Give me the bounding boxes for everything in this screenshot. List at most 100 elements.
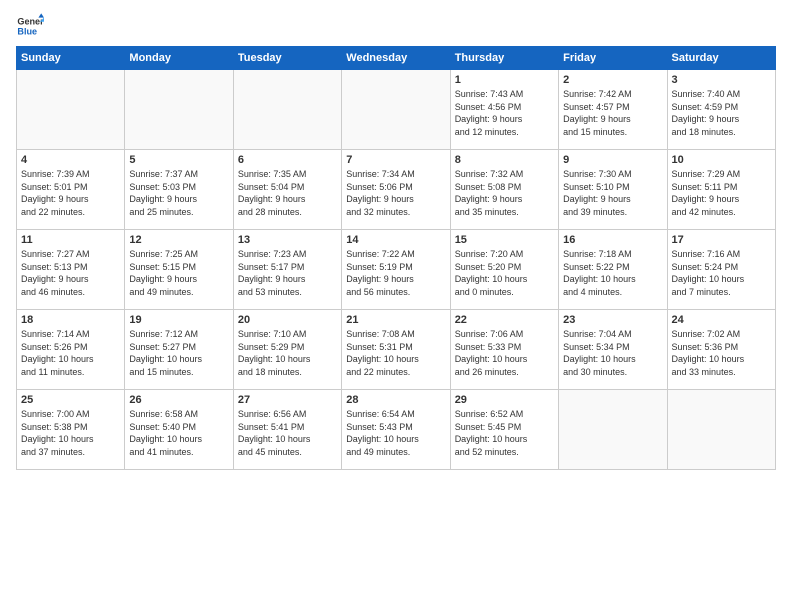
calendar-cell: 10 Sunrise: 7:29 AM Sunset: 5:11 PM Dayli…: [667, 150, 775, 230]
day-detail: Sunrise: 7:39 AM Sunset: 5:01 PM Dayligh…: [21, 168, 120, 218]
weekday-header: Tuesday: [233, 47, 341, 70]
day-detail: Sunrise: 7:06 AM Sunset: 5:33 PM Dayligh…: [455, 328, 554, 378]
day-number: 20: [238, 314, 337, 326]
day-number: 10: [672, 154, 771, 166]
day-detail: Sunrise: 7:34 AM Sunset: 5:06 PM Dayligh…: [346, 168, 445, 218]
day-number: 6: [238, 154, 337, 166]
day-number: 4: [21, 154, 120, 166]
calendar-cell: 18 Sunrise: 7:14 AM Sunset: 5:26 PM Dayli…: [17, 310, 125, 390]
calendar-cell: [559, 390, 667, 470]
day-detail: Sunrise: 7:10 AM Sunset: 5:29 PM Dayligh…: [238, 328, 337, 378]
calendar-cell: 26 Sunrise: 6:58 AM Sunset: 5:40 PM Dayli…: [125, 390, 233, 470]
day-detail: Sunrise: 7:43 AM Sunset: 4:56 PM Dayligh…: [455, 88, 554, 138]
day-number: 27: [238, 394, 337, 406]
day-detail: Sunrise: 7:30 AM Sunset: 5:10 PM Dayligh…: [563, 168, 662, 218]
calendar-cell: 27 Sunrise: 6:56 AM Sunset: 5:41 PM Dayli…: [233, 390, 341, 470]
calendar-cell: [233, 70, 341, 150]
calendar-cell: [667, 390, 775, 470]
calendar-cell: 9 Sunrise: 7:30 AM Sunset: 5:10 PM Daylig…: [559, 150, 667, 230]
day-number: 23: [563, 314, 662, 326]
calendar-cell: 20 Sunrise: 7:10 AM Sunset: 5:29 PM Dayli…: [233, 310, 341, 390]
day-detail: Sunrise: 7:22 AM Sunset: 5:19 PM Dayligh…: [346, 248, 445, 298]
day-detail: Sunrise: 7:40 AM Sunset: 4:59 PM Dayligh…: [672, 88, 771, 138]
calendar-cell: 22 Sunrise: 7:06 AM Sunset: 5:33 PM Dayli…: [450, 310, 558, 390]
day-number: 15: [455, 234, 554, 246]
day-number: 24: [672, 314, 771, 326]
day-detail: Sunrise: 7:20 AM Sunset: 5:20 PM Dayligh…: [455, 248, 554, 298]
calendar-cell: 14 Sunrise: 7:22 AM Sunset: 5:19 PM Dayli…: [342, 230, 450, 310]
calendar-cell: 6 Sunrise: 7:35 AM Sunset: 5:04 PM Daylig…: [233, 150, 341, 230]
day-number: 7: [346, 154, 445, 166]
calendar-cell: 19Sunrise: 7:12 AM Sunset: 5:27 PM Dayli…: [125, 310, 233, 390]
day-number: 29: [455, 394, 554, 406]
day-detail: Sunrise: 6:56 AM Sunset: 5:41 PM Dayligh…: [238, 408, 337, 458]
day-number: 26: [129, 394, 228, 406]
day-number: 16: [563, 234, 662, 246]
day-number: 1: [455, 74, 554, 86]
day-detail: Sunrise: 7:23 AM Sunset: 5:17 PM Dayligh…: [238, 248, 337, 298]
day-number: 13: [238, 234, 337, 246]
day-detail: Sunrise: 7:18 AM Sunset: 5:22 PM Dayligh…: [563, 248, 662, 298]
calendar-week-row: 11 Sunrise: 7:27 AM Sunset: 5:13 PM Dayli…: [17, 230, 776, 310]
calendar-cell: [342, 70, 450, 150]
day-detail: Sunrise: 7:08 AM Sunset: 5:31 PM Dayligh…: [346, 328, 445, 378]
calendar-cell: 25 Sunrise: 7:00 AM Sunset: 5:38 PM Dayli…: [17, 390, 125, 470]
calendar-header-row: SundayMondayTuesdayWednesdayThursdayFrid…: [17, 47, 776, 70]
day-number: 28: [346, 394, 445, 406]
day-detail: Sunrise: 6:54 AM Sunset: 5:43 PM Dayligh…: [346, 408, 445, 458]
day-number: 18: [21, 314, 120, 326]
day-number: 22: [455, 314, 554, 326]
day-detail: Sunrise: 7:27 AM Sunset: 5:13 PM Dayligh…: [21, 248, 120, 298]
calendar-cell: 23 Sunrise: 7:04 AM Sunset: 5:34 PM Dayli…: [559, 310, 667, 390]
day-detail: Sunrise: 7:37 AM Sunset: 5:03 PM Dayligh…: [129, 168, 228, 218]
day-detail: Sunrise: 7:35 AM Sunset: 5:04 PM Dayligh…: [238, 168, 337, 218]
day-number: 3: [672, 74, 771, 86]
day-number: 9: [563, 154, 662, 166]
calendar-week-row: 18 Sunrise: 7:14 AM Sunset: 5:26 PM Dayli…: [17, 310, 776, 390]
day-number: 14: [346, 234, 445, 246]
weekday-header: Monday: [125, 47, 233, 70]
calendar-week-row: 1 Sunrise: 7:43 AM Sunset: 4:56 PM Daylig…: [17, 70, 776, 150]
calendar-table: SundayMondayTuesdayWednesdayThursdayFrid…: [16, 46, 776, 470]
day-number: 5: [129, 154, 228, 166]
header: General Blue: [16, 12, 776, 40]
day-detail: Sunrise: 6:52 AM Sunset: 5:45 PM Dayligh…: [455, 408, 554, 458]
day-detail: Sunrise: 7:25 AM Sunset: 5:15 PM Dayligh…: [129, 248, 228, 298]
calendar-cell: 3 Sunrise: 7:40 AM Sunset: 4:59 PM Daylig…: [667, 70, 775, 150]
weekday-header: Friday: [559, 47, 667, 70]
day-detail: Sunrise: 7:42 AM Sunset: 4:57 PM Dayligh…: [563, 88, 662, 138]
calendar-cell: 8Sunrise: 7:32 AM Sunset: 5:08 PM Daylig…: [450, 150, 558, 230]
day-number: 21: [346, 314, 445, 326]
weekday-header: Sunday: [17, 47, 125, 70]
day-detail: Sunrise: 6:58 AM Sunset: 5:40 PM Dayligh…: [129, 408, 228, 458]
calendar-cell: 7 Sunrise: 7:34 AM Sunset: 5:06 PM Daylig…: [342, 150, 450, 230]
day-detail: Sunrise: 7:02 AM Sunset: 5:36 PM Dayligh…: [672, 328, 771, 378]
weekday-header: Wednesday: [342, 47, 450, 70]
calendar-cell: 4 Sunrise: 7:39 AM Sunset: 5:01 PM Daylig…: [17, 150, 125, 230]
calendar-cell: 5 Sunrise: 7:37 AM Sunset: 5:03 PM Daylig…: [125, 150, 233, 230]
day-detail: Sunrise: 7:29 AM Sunset: 5:11 PM Dayligh…: [672, 168, 771, 218]
weekday-header: Saturday: [667, 47, 775, 70]
day-detail: Sunrise: 7:14 AM Sunset: 5:26 PM Dayligh…: [21, 328, 120, 378]
day-number: 25: [21, 394, 120, 406]
day-detail: Sunrise: 7:32 AM Sunset: 5:08 PM Dayligh…: [455, 168, 554, 218]
day-number: 2: [563, 74, 662, 86]
svg-text:Blue: Blue: [17, 26, 37, 36]
day-detail: Sunrise: 7:00 AM Sunset: 5:38 PM Dayligh…: [21, 408, 120, 458]
calendar-week-row: 25 Sunrise: 7:00 AM Sunset: 5:38 PM Dayli…: [17, 390, 776, 470]
day-number: 11: [21, 234, 120, 246]
calendar-cell: [125, 70, 233, 150]
logo-icon: General Blue: [16, 12, 44, 40]
calendar-cell: 1 Sunrise: 7:43 AM Sunset: 4:56 PM Daylig…: [450, 70, 558, 150]
calendar-cell: 16 Sunrise: 7:18 AM Sunset: 5:22 PM Dayli…: [559, 230, 667, 310]
calendar-cell: 11 Sunrise: 7:27 AM Sunset: 5:13 PM Dayli…: [17, 230, 125, 310]
calendar-cell: 21 Sunrise: 7:08 AM Sunset: 5:31 PM Dayli…: [342, 310, 450, 390]
logo: General Blue: [16, 12, 44, 40]
day-number: 19: [129, 314, 228, 326]
calendar-cell: 13 Sunrise: 7:23 AM Sunset: 5:17 PM Dayli…: [233, 230, 341, 310]
calendar-cell: 17Sunrise: 7:16 AM Sunset: 5:24 PM Dayli…: [667, 230, 775, 310]
calendar-cell: [17, 70, 125, 150]
page-container: General Blue SundayMondayTuesdayWednesda…: [0, 0, 792, 478]
day-detail: Sunrise: 7:16 AM Sunset: 5:24 PM Dayligh…: [672, 248, 771, 298]
day-detail: Sunrise: 7:04 AM Sunset: 5:34 PM Dayligh…: [563, 328, 662, 378]
